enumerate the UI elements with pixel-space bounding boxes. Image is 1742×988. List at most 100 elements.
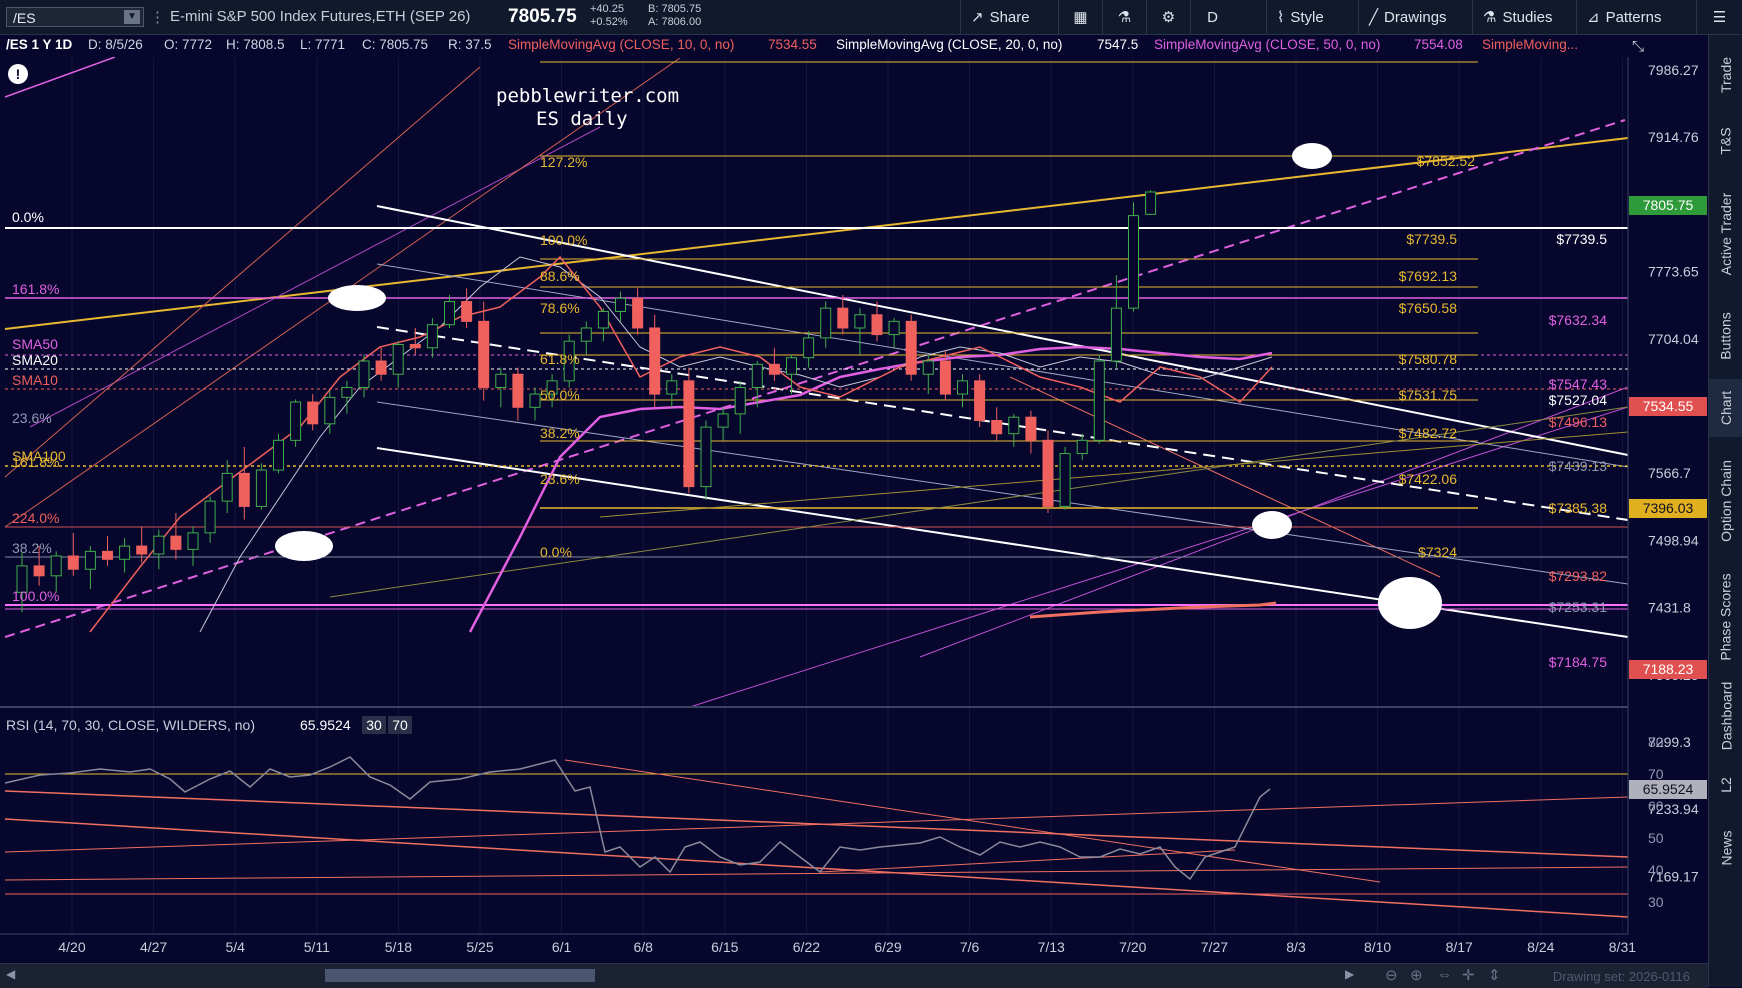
fib-label: 23.6% [12,410,52,426]
price-axis: 7986.277914.767843.897773.657704.047635.… [1627,57,1699,884]
share-button[interactable]: ↗ Share [960,0,1058,34]
tab-chart[interactable]: Chart [1709,379,1742,437]
style-button[interactable]: ⌇ Style [1266,0,1358,34]
patterns-button[interactable]: ⊿ Patterns [1576,0,1696,34]
sma10-label[interactable]: SimpleMovingAvg (CLOSE, 10, 0, no) [508,37,734,52]
tab-dashboard[interactable]: Dashboard [1709,673,1742,759]
chart-info-bar: /ES 1 Y 1D D: 8/5/26 O: 7772 H: 7808.5 L… [0,35,1630,57]
share-label: Share [989,8,1030,26]
level-label: $7580.78 [1399,351,1458,367]
drag-icon[interactable]: ⇕ [1488,966,1501,984]
bar-low: L: 7771 [300,37,346,52]
symbol-text: /ES [13,10,36,26]
candle-body [1025,416,1037,441]
candle-body [478,320,490,388]
gear-icon: ⚙ [1161,9,1176,26]
date-tick-label: 6/1 [552,939,572,955]
tab-phase-scores[interactable]: Phase Scores [1709,565,1742,669]
price-change: +40.25 +0.52% [590,3,628,29]
tab-l2[interactable]: L2 [1709,763,1742,807]
date-tick-label: 6/22 [793,939,820,955]
level-label: $7439.13 [1549,458,1608,474]
rsi-tick-label: 70 [1648,766,1664,782]
settings-button[interactable]: ⚙ [1146,0,1190,34]
fib-label: 161.8% [12,281,59,297]
candle-body [1059,453,1071,507]
level-label: $7531.75 [1399,387,1458,403]
date-tick-label: 8/24 [1527,939,1554,955]
fib-label: 0.0% [540,544,572,560]
level-label: $7739.5 [1556,231,1607,247]
zoom-out-icon[interactable]: ⊖ [1385,966,1398,984]
date-tick-label: 6/29 [874,939,901,955]
patterns-label: Patterns [1605,8,1662,26]
alert-icon-glyph: ! [16,66,21,82]
date-tick-label: 5/25 [466,939,493,955]
tab-active-trader[interactable]: Active Trader [1709,175,1742,293]
candle-body [341,386,353,398]
crosshair-icon[interactable]: ✛ [1462,966,1475,984]
rsi-os: 70 [392,717,408,733]
date-axis: 4/20 4/27 5/4 5/11 5/18 5/25 6/1 6/8 6/15 6/22 6/2… [58,939,1636,955]
bid-ask: B: 7805.75 A: 7806.00 [648,3,701,29]
candle-body [1042,439,1054,507]
annotation-line2: ES daily [536,108,628,130]
candle-body [820,307,832,339]
candle-body [102,550,113,560]
studies-flask-button[interactable]: ⚗ [1102,0,1146,34]
candle-body [324,396,336,425]
bid-value: B: 7805.75 [648,3,702,15]
candle-body [957,380,968,395]
zoom-in-icon[interactable]: ⊕ [1410,966,1423,984]
trend-line [4,119,1626,638]
drawings-button[interactable]: ╱ Drawings [1358,0,1472,34]
sma-more-label[interactable]: SimpleMoving... [1482,37,1578,52]
date-tick-label: 8/31 [1609,939,1636,955]
date-tick-label: 4/20 [58,939,85,955]
scroll-right-icon[interactable]: ▶ [1345,967,1354,981]
tab-buttons[interactable]: Buttons [1709,297,1742,375]
drawings-label: Drawings [1384,8,1447,26]
price-tick-label: 7914.76 [1648,129,1699,145]
sma50-tag: SMA50 [12,336,58,352]
grid-icon: ▦ [1073,9,1088,26]
period-button[interactable]: D [1190,0,1234,34]
chevron-down-icon[interactable]: ▼ [124,10,140,24]
date-tick-label: 6/8 [633,939,653,955]
level-label: $7422.06 [1399,471,1458,487]
tab-option-chain[interactable]: Option Chain [1709,441,1742,561]
link-icon[interactable]: ⋮ [150,8,165,26]
flask-icon: ⚗ [1483,9,1497,26]
bar-date: D: 8/5/26 [88,37,143,52]
scroll-left-icon[interactable]: ◀ [6,967,15,981]
date-tick-label: 7/27 [1201,939,1228,955]
date-tick-label: 8/3 [1286,939,1306,955]
date-tick-label: 7/6 [960,939,980,955]
candle-body [136,545,148,555]
candle-body [495,373,507,388]
rsi-tick-label: 40 [1648,862,1664,878]
collapse-icon[interactable]: ⤡ [1632,38,1644,55]
sma50-label[interactable]: SimpleMovingAvg (CLOSE, 50, 0, no) [1154,37,1380,52]
tab-news[interactable]: News [1709,811,1742,885]
level-label: $7324 [1418,544,1457,560]
studies-button[interactable]: ⚗ Studies [1472,0,1576,34]
candle-body [922,360,934,375]
candle-body [170,535,182,550]
scrollbar-thumb[interactable] [325,969,595,982]
rsi-label[interactable]: RSI (14, 70, 30, CLOSE, WILDERS, no) [6,717,255,733]
date-tick-label: 8/17 [1446,939,1473,955]
chart-id: /ES 1 Y 1D [6,37,73,52]
menu-button[interactable]: ☰ [1696,0,1742,34]
tab-t-s[interactable]: T&S [1709,111,1742,171]
symbol-selector[interactable]: /ES ▼ [6,7,144,27]
price-chart[interactable]: 7986.277914.767843.897773.657704.047635.… [0,57,1708,963]
grid-layout-button[interactable]: ▦ [1058,0,1102,34]
trend-line [4,137,1629,330]
rsi-value-badge-text: 65.9524 [1643,781,1694,797]
sma20-label[interactable]: SimpleMovingAvg (CLOSE, 20, 0, no) [836,37,1062,52]
tab-trade[interactable]: Trade [1709,43,1742,107]
rsi-tick-label: 80 [1648,734,1664,750]
candle-body [358,360,370,388]
reset-zoom-icon[interactable]: ⇔ [1437,966,1452,983]
